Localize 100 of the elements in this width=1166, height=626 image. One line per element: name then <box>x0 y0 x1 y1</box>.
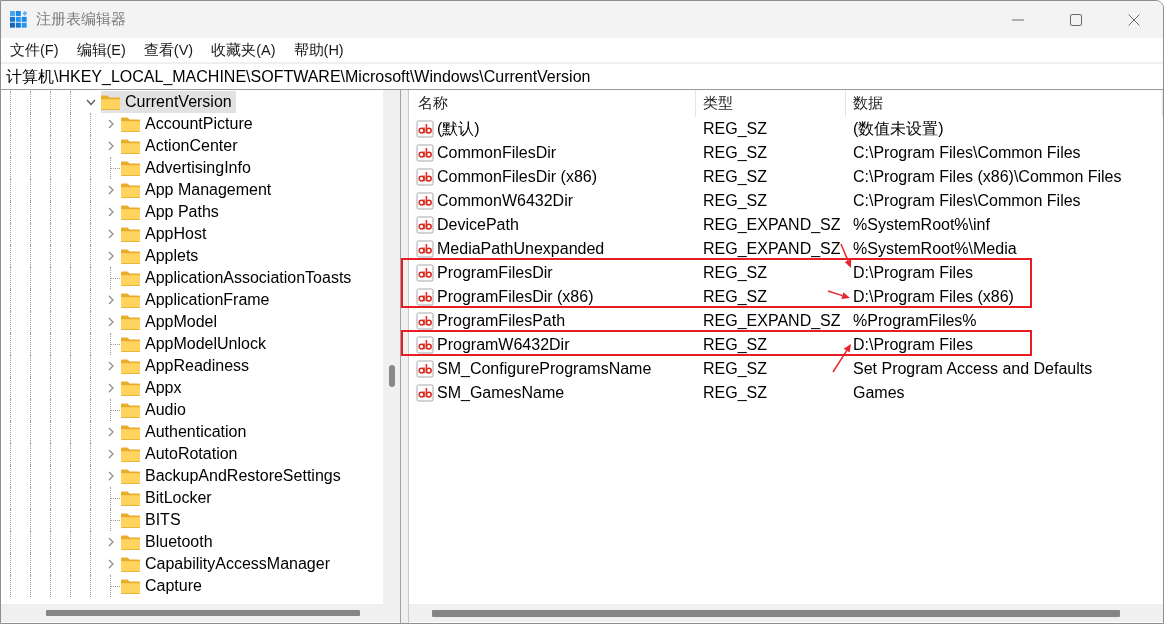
value-name: CommonFilesDir (x86) <box>437 168 598 186</box>
chevron-right-icon[interactable] <box>108 295 114 305</box>
close-icon <box>1128 13 1140 26</box>
value-name: DevicePath <box>437 216 519 234</box>
chevron-right-icon[interactable] <box>108 229 114 239</box>
tree-item[interactable]: ApplicationAssociationToasts <box>121 267 356 289</box>
value-type: REG_SZ <box>703 192 767 210</box>
menu-item[interactable]: 编辑(E) <box>67 38 135 62</box>
folder-icon <box>121 204 140 220</box>
value-type: REG_SZ <box>703 288 767 306</box>
tree-item[interactable]: Authentication <box>121 421 251 443</box>
string-value-icon <box>416 240 434 258</box>
string-value-icon <box>416 168 434 186</box>
value-name: ProgramFilesDir (x86) <box>437 288 594 306</box>
scrollbar-thumb[interactable] <box>389 365 395 387</box>
value-type: REG_SZ <box>703 264 767 282</box>
tree-item[interactable]: Bluetooth <box>121 531 217 553</box>
tree-item[interactable]: Appx <box>121 377 186 399</box>
tree-item[interactable]: BackupAndRestoreSettings <box>121 465 345 487</box>
value-name: CommonW6432Dir <box>437 192 574 210</box>
value-data: Set Program Access and Defaults <box>853 360 1093 378</box>
tree-item[interactable]: Applets <box>121 245 203 267</box>
value-name: SM_ConfigureProgramsName <box>437 360 652 378</box>
tree-item[interactable]: AdvertisingInfo <box>121 157 255 179</box>
maximize-icon <box>1070 13 1082 26</box>
chevron-right-icon[interactable] <box>108 207 114 217</box>
folder-icon <box>121 292 140 308</box>
value-type: REG_SZ <box>703 384 767 402</box>
pane-splitter[interactable] <box>400 90 409 623</box>
tree-item[interactable]: Audio <box>121 399 190 421</box>
value-data: %ProgramFiles% <box>853 312 977 330</box>
chevron-right-icon[interactable] <box>108 317 114 327</box>
tree-item[interactable]: AppModel <box>121 311 222 333</box>
tree-item[interactable]: CapabilityAccessManager <box>121 553 334 575</box>
value-data: (数值未设置) <box>853 118 944 139</box>
folder-icon <box>121 534 140 550</box>
menu-item[interactable]: 帮助(H) <box>284 38 353 62</box>
folder-icon <box>101 94 120 110</box>
tree-item[interactable]: AccountPicture <box>121 113 257 135</box>
tree-item[interactable]: App Paths <box>121 201 223 223</box>
scrollbar-thumb[interactable] <box>46 610 360 616</box>
chevron-right-icon[interactable] <box>108 449 114 459</box>
value-type: REG_SZ <box>703 144 767 162</box>
folder-icon <box>121 424 140 440</box>
value-data: C:\Program Files\Common Files <box>853 144 1081 162</box>
scrollbar[interactable] <box>383 90 400 604</box>
value-data: Games <box>853 384 905 402</box>
chevron-right-icon[interactable] <box>108 427 114 437</box>
folder-icon <box>121 182 140 198</box>
scrollbar-thumb[interactable] <box>432 609 1120 617</box>
value-data: C:\Program Files (x86)\Common Files <box>853 168 1122 186</box>
value-name: SM_GamesName <box>437 384 565 402</box>
string-value-icon <box>416 312 434 330</box>
tree-item[interactable]: CurrentVersion <box>101 91 236 113</box>
value-data: %SystemRoot%\Media <box>853 240 1017 258</box>
string-value-icon <box>416 192 434 210</box>
value-name: (默认) <box>437 118 480 139</box>
folder-icon <box>121 402 140 418</box>
tree-item[interactable]: AppModelUnlock <box>121 333 270 355</box>
tree-item[interactable]: ActionCenter <box>121 135 242 157</box>
registry-icon <box>10 10 28 29</box>
chevron-right-icon[interactable] <box>108 471 114 481</box>
chevron-right-icon[interactable] <box>108 537 114 547</box>
tree-item[interactable]: AutoRotation <box>121 443 242 465</box>
scrollbar[interactable] <box>409 604 1163 622</box>
tree-item[interactable]: BITS <box>121 509 185 531</box>
string-value-icon <box>416 144 434 162</box>
string-value-icon <box>416 288 434 306</box>
value-name: ProgramW6432Dir <box>437 336 570 354</box>
menu-item[interactable]: 文件(F) <box>1 38 68 62</box>
chevron-right-icon[interactable] <box>108 559 114 569</box>
folder-icon <box>121 160 140 176</box>
chevron-right-icon[interactable] <box>108 383 114 393</box>
value-data: D:\Program Files <box>853 336 974 354</box>
chevron-right-icon[interactable] <box>108 185 114 195</box>
folder-icon <box>121 380 140 396</box>
minimize-icon <box>1012 18 1024 21</box>
menu-item[interactable]: 收藏夹(A) <box>202 38 285 62</box>
value-type: REG_SZ <box>703 360 767 378</box>
tree-item[interactable]: App Management <box>121 179 276 201</box>
tree-item[interactable]: AppReadiness <box>121 355 254 377</box>
tree-item[interactable]: ApplicationFrame <box>121 289 274 311</box>
folder-icon <box>121 314 140 330</box>
tree-item[interactable]: BitLocker <box>121 487 216 509</box>
folder-icon <box>121 512 140 528</box>
string-value-icon <box>416 360 434 378</box>
chevron-right-icon[interactable] <box>108 361 114 371</box>
chevron-right-icon[interactable] <box>108 141 114 151</box>
tree-item[interactable]: Capture <box>121 575 206 597</box>
chevron-right-icon[interactable] <box>108 119 114 129</box>
string-value-icon <box>416 336 434 354</box>
value-data: D:\Program Files (x86) <box>853 288 1014 306</box>
chevron-down-icon[interactable] <box>86 98 96 106</box>
chevron-right-icon[interactable] <box>108 251 114 261</box>
value-name: MediaPathUnexpanded <box>437 240 605 258</box>
menu-item[interactable]: 查看(V) <box>134 38 203 62</box>
folder-icon <box>121 490 140 506</box>
tree-item[interactable]: AppHost <box>121 223 211 245</box>
folder-icon <box>121 270 140 286</box>
scrollbar[interactable] <box>1 604 400 622</box>
